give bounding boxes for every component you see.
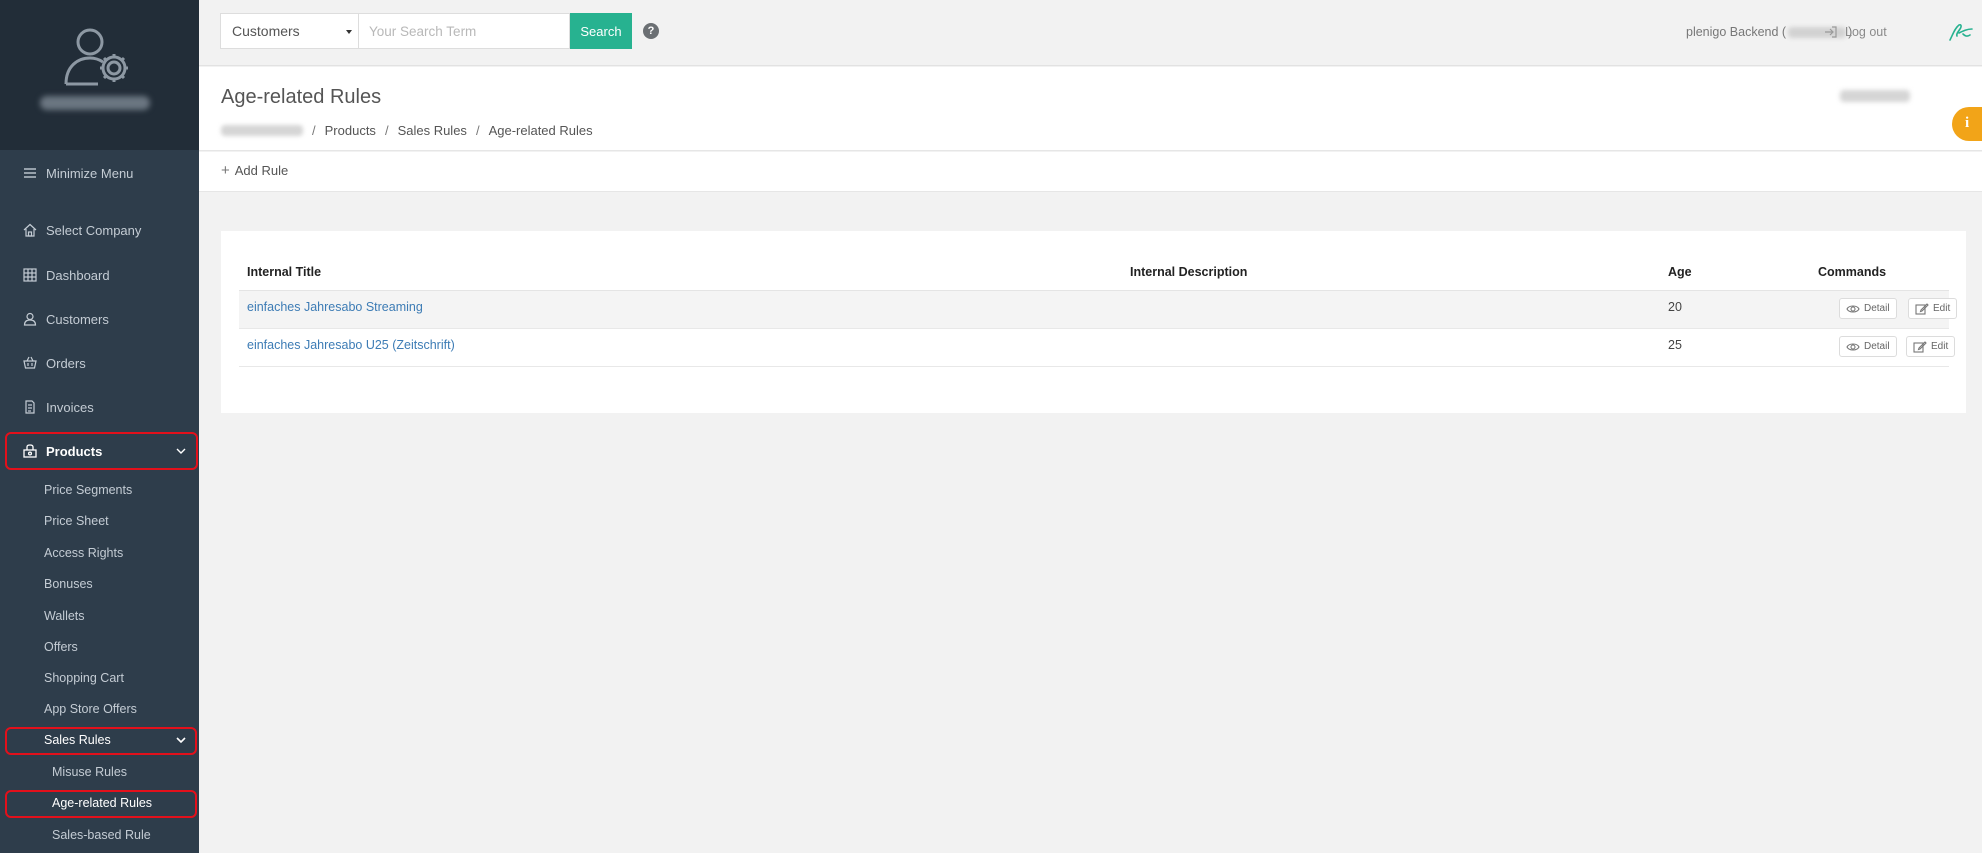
add-rule-label: Add Rule [234,163,289,178]
help-icon[interactable]: ? [643,23,659,39]
sidebar-subitem-wallets[interactable]: Wallets [0,601,199,631]
edit-icon [1913,340,1927,353]
chevron-down-icon [176,448,186,454]
sidebar-subitem-price-segments[interactable]: Price Segments [0,475,199,505]
detail-button[interactable]: Detail [1839,336,1897,357]
sidebar-item-select-company[interactable]: Select Company [0,212,199,248]
sidebar-item-label: Select Company [46,222,142,238]
sidebar-subitem-bonuses[interactable]: Bonuses [0,569,199,599]
edit-label: Edit [1933,303,1951,314]
sidebar-item-label: Dashboard [46,267,110,283]
top-bar: Customers Search ? plenigo Backend () Lo… [199,0,1982,66]
column-header-internal-description[interactable]: Internal Description [1130,265,1247,279]
edit-icon [1915,302,1929,315]
rules-table: Internal Title Internal Description Age … [221,231,1966,413]
logout-icon [1825,26,1837,38]
products-icon [22,443,38,459]
sidebar-subitem-access-rights[interactable]: Access Rights [0,538,199,568]
eye-icon [1846,304,1860,313]
info-icon[interactable]: i [1952,107,1982,141]
page-title: Age-related Rules [221,86,382,108]
user-name-blurred[interactable] [40,96,150,110]
minimize-menu-label: Minimize Menu [46,165,134,181]
plus-icon: + [221,162,230,179]
breadcrumb-age-related-rules: Age-related Rules [488,123,593,138]
sidebar-subitem-shopping-cart[interactable]: Shopping Cart [0,663,199,693]
search-scope-select[interactable]: Customers [220,13,358,49]
home-icon [22,222,38,238]
search-scope-value: Customers [232,23,300,39]
search-input[interactable] [358,13,570,49]
user-icon [22,311,38,327]
actions-bar: + Add Rule [199,152,1982,192]
detail-button[interactable]: Detail [1839,298,1897,319]
table-row: einfaches Jahresabo Streaming 20 Detail … [239,291,1958,329]
sidebar-subitem-misuse-rules[interactable]: Misuse Rules [0,757,199,787]
column-header-commands: Commands [1818,265,1887,279]
sidebar-item-invoices[interactable]: Invoices [0,389,199,425]
detail-label: Detail [1864,303,1890,314]
sidebar-header [0,0,199,150]
minimize-menu-button[interactable]: Minimize Menu [0,155,199,191]
edit-button[interactable]: Edit [1906,336,1956,357]
plenigo-logo-icon[interactable] [1947,20,1975,44]
sidebar-subitem-price-sheet[interactable]: Price Sheet [0,506,199,536]
sidebar-item-label: Invoices [46,399,94,415]
sidebar-item-customers[interactable]: Customers [0,301,199,337]
sidebar: Minimize Menu Select Company Dashboard C… [0,0,199,853]
rule-title-link[interactable]: einfaches Jahresabo U25 (Zeitschrift) [247,338,455,352]
rule-age: 20 [1668,300,1682,314]
logout-link[interactable]: Log out [1824,25,1887,39]
sidebar-subitem-offers[interactable]: Offers [0,632,199,662]
account-prefix: plenigo Backend ( [1686,25,1787,39]
chevron-down-icon [176,737,186,744]
sidebar-item-label: Products [46,443,103,459]
edit-button[interactable]: Edit [1908,298,1958,319]
sidebar-item-label: Orders [46,355,86,371]
breadcrumb-company-blurred[interactable] [221,125,303,136]
sidebar-item-orders[interactable]: Orders [0,345,199,381]
breadcrumb: / Products / Sales Rules / Age-related R… [221,123,593,138]
sales-rules-label: Sales Rules [44,733,111,747]
edit-label: Edit [1931,341,1949,352]
sidebar-subitem-app-store-offers[interactable]: App Store Offers [0,694,199,724]
invoice-icon [22,399,38,415]
rule-age: 25 [1668,338,1682,352]
sidebar-subitem-sales-based-rule[interactable]: Sales-based Rule [0,820,199,850]
user-settings-icon [64,28,128,86]
hamburger-icon [22,165,38,181]
sidebar-subitem-sales-rules[interactable]: Sales Rules [0,725,199,755]
breadcrumb-products[interactable]: Products [325,123,376,138]
grid-icon [22,267,38,283]
column-header-internal-title[interactable]: Internal Title [247,265,321,279]
rule-title-link[interactable]: einfaches Jahresabo Streaming [247,300,423,314]
sidebar-item-dashboard[interactable]: Dashboard [0,257,199,293]
search-button[interactable]: Search [570,13,632,49]
header-meta-blurred [1840,90,1910,102]
page-header: Age-related Rules / Products / Sales Rul… [199,67,1982,151]
sidebar-subitem-age-related-rules[interactable]: Age-related Rules [0,788,199,818]
detail-label: Detail [1864,341,1890,352]
sidebar-item-label: Customers [46,311,109,327]
eye-icon [1846,342,1860,351]
basket-icon [22,355,38,371]
table-row: einfaches Jahresabo U25 (Zeitschrift) 25… [239,329,1956,367]
logout-label: Log out [1845,25,1887,39]
add-rule-button[interactable]: + Add Rule [221,162,288,179]
caret-down-icon [346,30,352,34]
sidebar-item-products[interactable]: Products [0,433,199,469]
breadcrumb-sales-rules[interactable]: Sales Rules [398,123,467,138]
column-header-age[interactable]: Age [1668,265,1692,279]
